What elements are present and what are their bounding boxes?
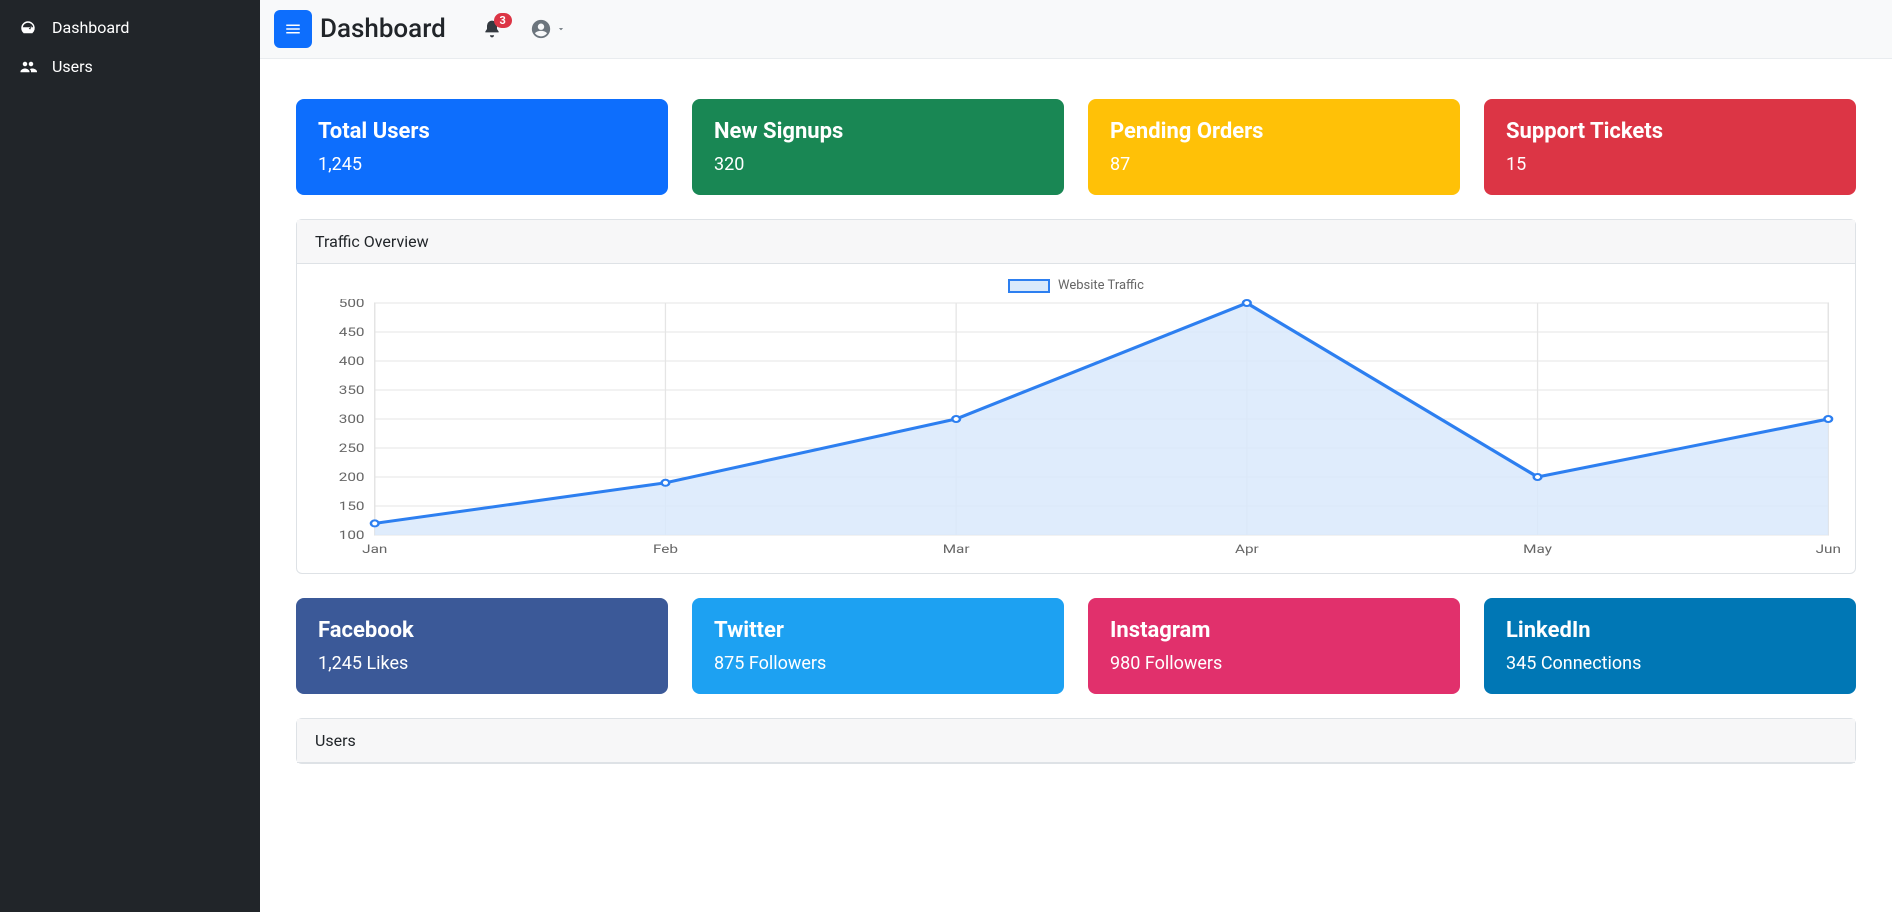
stat-value: 87 bbox=[1110, 154, 1438, 175]
social-value: 875 Followers bbox=[714, 653, 1042, 674]
social-cards-row: Facebook 1,245 Likes Twitter 875 Followe… bbox=[296, 598, 1856, 694]
social-card-twitter: Twitter 875 Followers bbox=[692, 598, 1064, 694]
topbar: Dashboard 3 bbox=[260, 0, 1892, 59]
svg-text:250: 250 bbox=[339, 442, 365, 456]
traffic-panel-title: Traffic Overview bbox=[297, 220, 1855, 264]
users-panel: Users bbox=[296, 718, 1856, 764]
caret-down-icon bbox=[556, 24, 566, 34]
stat-value: 320 bbox=[714, 154, 1042, 175]
traffic-chart-svg: 100 150 200 250 300 350 400 450 500 Jan Feb Mar Apr M… bbox=[311, 299, 1841, 559]
bars-icon bbox=[284, 20, 302, 38]
social-value: 345 Connections bbox=[1506, 653, 1834, 674]
social-card-facebook: Facebook 1,245 Likes bbox=[296, 598, 668, 694]
svg-text:May: May bbox=[1523, 543, 1552, 557]
svg-text:300: 300 bbox=[339, 413, 365, 427]
sidebar-item-users[interactable]: Users bbox=[0, 47, 260, 86]
svg-text:200: 200 bbox=[339, 471, 365, 485]
sidebar-item-label: Users bbox=[52, 57, 93, 76]
social-card-linkedin: LinkedIn 345 Connections bbox=[1484, 598, 1856, 694]
stat-value: 1,245 bbox=[318, 154, 646, 175]
svg-text:Jan: Jan bbox=[362, 543, 387, 557]
svg-text:Mar: Mar bbox=[943, 543, 970, 557]
social-value: 1,245 Likes bbox=[318, 653, 646, 674]
svg-text:150: 150 bbox=[339, 500, 365, 514]
sidebar: Dashboard Users bbox=[0, 0, 260, 912]
legend-label: Website Traffic bbox=[1058, 278, 1144, 293]
svg-text:Apr: Apr bbox=[1235, 543, 1259, 557]
chart-legend: Website Traffic bbox=[311, 278, 1841, 293]
traffic-chart: Website Traffic 100 150 200 250 300 350 400 450… bbox=[311, 278, 1841, 559]
social-title: LinkedIn bbox=[1506, 618, 1834, 643]
stat-title: Support Tickets bbox=[1506, 119, 1834, 144]
svg-text:100: 100 bbox=[339, 529, 365, 543]
user-circle-icon bbox=[530, 18, 552, 40]
social-card-instagram: Instagram 980 Followers bbox=[1088, 598, 1460, 694]
svg-text:350: 350 bbox=[339, 384, 365, 398]
sidebar-item-label: Dashboard bbox=[52, 18, 129, 37]
stat-cards-row: Total Users 1,245 New Signups 320 Pendin… bbox=[296, 99, 1856, 195]
sidebar-toggle-button[interactable] bbox=[274, 10, 312, 48]
sidebar-nav: Dashboard Users bbox=[0, 0, 260, 94]
sidebar-item-dashboard[interactable]: Dashboard bbox=[0, 8, 260, 47]
notifications-button[interactable]: 3 bbox=[482, 19, 502, 39]
social-title: Facebook bbox=[318, 618, 646, 643]
stat-title: New Signups bbox=[714, 119, 1042, 144]
svg-text:Jun: Jun bbox=[1816, 543, 1841, 557]
users-panel-title: Users bbox=[297, 719, 1855, 763]
stat-card-pending-orders: Pending Orders 87 bbox=[1088, 99, 1460, 195]
social-title: Twitter bbox=[714, 618, 1042, 643]
svg-text:500: 500 bbox=[339, 299, 365, 310]
social-value: 980 Followers bbox=[1110, 653, 1438, 674]
svg-text:450: 450 bbox=[339, 326, 365, 340]
stat-title: Total Users bbox=[318, 119, 646, 144]
stat-title: Pending Orders bbox=[1110, 119, 1438, 144]
stat-card-new-signups: New Signups 320 bbox=[692, 99, 1064, 195]
svg-text:Feb: Feb bbox=[653, 543, 678, 557]
legend-swatch-icon bbox=[1008, 279, 1050, 293]
users-icon bbox=[18, 58, 38, 76]
user-menu-button[interactable] bbox=[530, 18, 566, 40]
stat-value: 15 bbox=[1506, 154, 1834, 175]
social-title: Instagram bbox=[1110, 618, 1438, 643]
notification-badge: 3 bbox=[494, 13, 512, 28]
page-title: Dashboard bbox=[320, 14, 446, 44]
stat-card-total-users: Total Users 1,245 bbox=[296, 99, 668, 195]
stat-card-support-tickets: Support Tickets 15 bbox=[1484, 99, 1856, 195]
gauge-icon bbox=[18, 19, 38, 37]
traffic-panel: Traffic Overview Website Traffic 100 150 2… bbox=[296, 219, 1856, 574]
svg-text:400: 400 bbox=[339, 355, 365, 369]
